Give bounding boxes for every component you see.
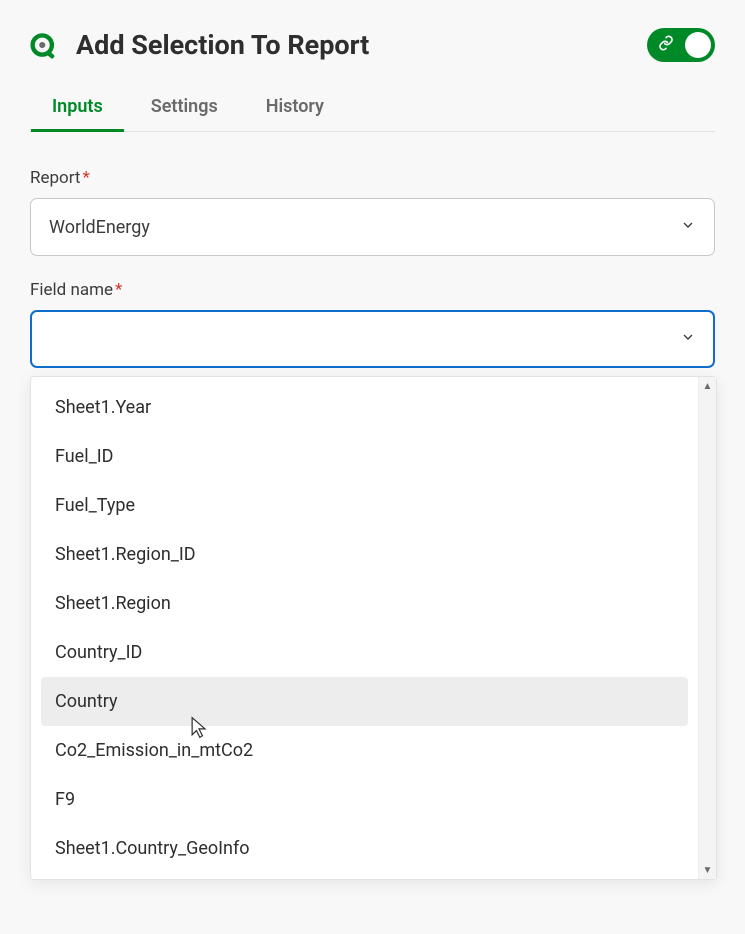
link-toggle[interactable]	[647, 28, 715, 62]
scroll-up-icon[interactable]: ▲	[699, 377, 716, 395]
fieldname-label-text: Field name	[30, 280, 113, 300]
link-icon	[658, 35, 674, 55]
tab-inputs[interactable]: Inputs	[52, 90, 103, 131]
dropdown-option[interactable]: Sheet1.Country_GeoInfo	[41, 824, 688, 873]
scroll-down-icon[interactable]: ▼	[699, 861, 716, 879]
chevron-down-icon	[680, 217, 696, 238]
dropdown-option-list: Sheet1.Year Fuel_ID Fuel_Type Sheet1.Reg…	[31, 377, 698, 879]
toggle-knob	[685, 32, 711, 58]
report-select[interactable]: WorldEnergy	[30, 198, 715, 256]
required-marker: *	[82, 168, 89, 188]
fieldname-label: Field name*	[30, 280, 715, 300]
dropdown-option[interactable]: F9	[41, 775, 688, 824]
required-marker: *	[115, 280, 122, 300]
dropdown-option[interactable]: Fuel_ID	[41, 432, 688, 481]
report-label: Report*	[30, 168, 715, 188]
dropdown-scrollbar[interactable]: ▲ ▼	[698, 377, 716, 879]
dropdown-option[interactable]: Sheet1.Region_ID	[41, 530, 688, 579]
dropdown-option[interactable]: Sheet1.Year	[41, 383, 688, 432]
tab-settings[interactable]: Settings	[151, 90, 218, 131]
dropdown-option[interactable]: Country	[41, 677, 688, 726]
dropdown-option[interactable]: Country_ID	[41, 628, 688, 677]
chevron-down-icon	[680, 329, 696, 350]
page-title: Add Selection To Report	[76, 29, 369, 61]
report-label-text: Report	[30, 168, 80, 188]
fieldname-select[interactable]	[30, 310, 715, 368]
report-field-group: Report* WorldEnergy	[30, 168, 715, 256]
dropdown-option[interactable]: Sheet1.Region	[41, 579, 688, 628]
fieldname-dropdown: Sheet1.Year Fuel_ID Fuel_Type Sheet1.Reg…	[30, 376, 717, 880]
fieldname-field-group: Field name* Sheet1.Year Fuel_ID Fuel_Typ…	[30, 280, 715, 368]
dropdown-option[interactable]: Co2_Emission_in_mtCo2	[41, 726, 688, 775]
dropdown-option[interactable]: Fuel_Type	[41, 481, 688, 530]
report-select-value: WorldEnergy	[49, 217, 150, 238]
tab-bar: Inputs Settings History	[30, 90, 715, 132]
tab-history[interactable]: History	[266, 90, 324, 131]
panel-header: Add Selection To Report	[30, 28, 715, 62]
app-logo-icon	[30, 31, 58, 59]
